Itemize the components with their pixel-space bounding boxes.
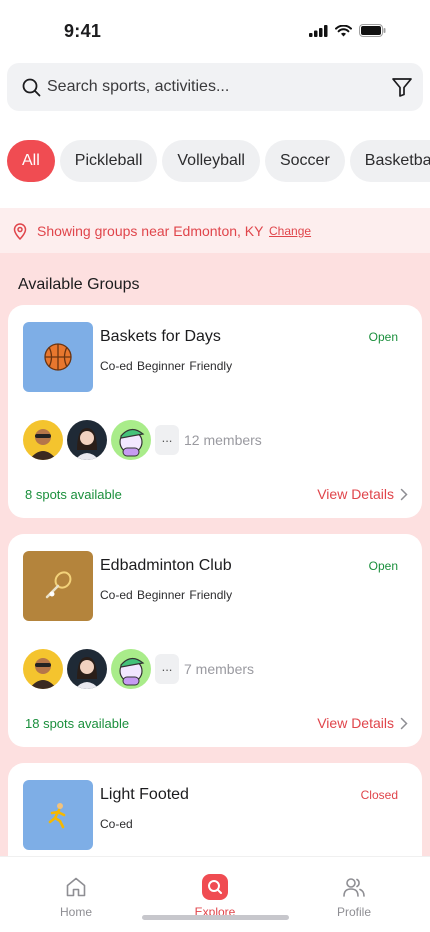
group-thumbnail	[23, 551, 93, 621]
tab-explore[interactable]: Explore	[175, 873, 255, 919]
chip-pickleball[interactable]: Pickleball	[59, 140, 158, 182]
section-title: Available Groups	[18, 276, 140, 293]
bottom-tab-bar: Home Explore Profile	[0, 856, 430, 932]
group-name: Edbadminton Club	[100, 557, 232, 574]
group-name: Baskets for Days	[100, 328, 221, 345]
location-text: Showing groups near Edmonton, KY	[37, 223, 264, 239]
filter-icon[interactable]	[391, 76, 413, 98]
tab-home[interactable]: Home	[36, 873, 116, 919]
chip-soccer[interactable]: Soccer	[264, 140, 345, 182]
tab-profile[interactable]: Profile	[314, 873, 394, 919]
location-pin-icon	[13, 223, 27, 240]
signal-icon	[309, 24, 328, 37]
members-count: 7 members	[184, 661, 255, 677]
status-bar: 9:41	[0, 0, 430, 56]
tab-home-label: Home	[59, 905, 92, 919]
avatar	[67, 420, 107, 460]
group-thumbnail	[23, 322, 93, 392]
avatar	[23, 649, 63, 689]
status-time: 9:41	[64, 21, 102, 41]
group-tags: Co-ed Beginner Friendly	[100, 588, 233, 602]
group-card[interactable]: Light Footed Co-ed Closed	[8, 763, 422, 856]
basketball-icon	[44, 343, 72, 371]
groups-list[interactable]: Available Groups Baskets for Days Co-ed …	[0, 253, 430, 856]
members-count: 12 members	[184, 432, 262, 448]
member-avatars: ... 7 members	[23, 649, 254, 689]
sport-filter-chips: AllPickleballVolleyballSoccerBasketball	[7, 140, 430, 182]
status-badge: Open	[368, 330, 398, 344]
group-thumbnail	[23, 780, 93, 850]
view-details-label: View Details	[317, 486, 394, 502]
view-details-link[interactable]: View Details	[317, 715, 408, 731]
wifi-icon	[335, 24, 352, 36]
chip-basketball[interactable]: Basketball	[349, 140, 430, 182]
battery-icon	[359, 24, 386, 37]
group-name: Light Footed	[100, 786, 189, 803]
avatar	[111, 649, 151, 689]
tab-profile-label: Profile	[336, 905, 371, 919]
group-tags: Co-ed	[100, 817, 133, 831]
more-members-button[interactable]: ...	[155, 425, 179, 455]
chevron-right-icon	[400, 717, 408, 729]
change-location-link[interactable]: Change	[269, 224, 311, 238]
home-icon	[66, 877, 86, 897]
avatar	[67, 649, 107, 689]
search-input[interactable]	[47, 63, 377, 111]
status-badge: Open	[368, 559, 398, 573]
badminton-icon	[45, 571, 72, 599]
avatar	[111, 420, 151, 460]
spots-available: 8 spots available	[25, 487, 122, 502]
view-details-label: View Details	[317, 715, 394, 731]
location-banner: Showing groups near Edmonton, KY Change	[0, 208, 430, 253]
chip-volleyball[interactable]: Volleyball	[162, 140, 260, 182]
profile-icon	[343, 878, 365, 897]
search-icon	[22, 78, 41, 97]
chevron-right-icon	[400, 488, 408, 500]
group-tags: Co-ed Beginner Friendly	[100, 359, 233, 373]
search-bar[interactable]	[7, 63, 423, 111]
home-indicator	[142, 915, 289, 920]
explore-icon	[202, 874, 228, 900]
avatar	[23, 420, 63, 460]
group-card[interactable]: Edbadminton Club Co-ed Beginner Friendly…	[8, 534, 422, 747]
member-avatars: ... 12 members	[23, 420, 262, 460]
status-icons	[309, 24, 386, 37]
view-details-link[interactable]: View Details	[317, 486, 408, 502]
spots-available: 18 spots available	[25, 716, 130, 731]
group-card[interactable]: Baskets for Days Co-ed Beginner Friendly…	[8, 305, 422, 518]
chip-all[interactable]: All	[7, 140, 55, 182]
more-members-button[interactable]: ...	[155, 654, 179, 684]
runner-icon	[48, 803, 66, 829]
status-badge: Closed	[360, 788, 398, 802]
